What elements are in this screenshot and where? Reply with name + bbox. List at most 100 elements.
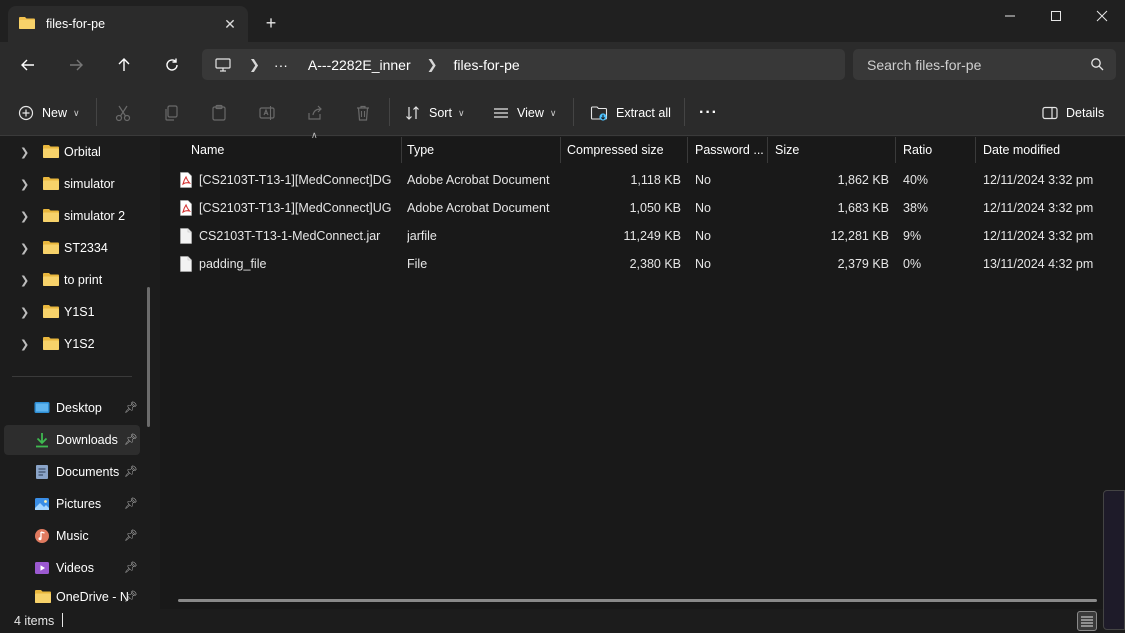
folder-icon	[42, 176, 60, 194]
sidebar-tree-item[interactable]: ❯ simulator 2	[0, 201, 150, 231]
sort-ascending-icon: ∧	[311, 130, 318, 140]
column-header-date-modified[interactable]: Date modified	[976, 137, 1125, 163]
paste-button[interactable]	[208, 102, 230, 124]
up-button[interactable]	[110, 51, 138, 79]
sidebar-scrollbar[interactable]	[147, 287, 150, 427]
search-icon[interactable]	[1090, 57, 1104, 74]
file-icon	[180, 256, 192, 272]
cell-password: No	[695, 173, 711, 187]
pin-icon[interactable]: 📌︎	[124, 465, 138, 478]
chevron-right-icon[interactable]: ❯	[20, 242, 29, 255]
rename-button[interactable]	[256, 102, 278, 124]
new-button[interactable]: New ∨	[18, 100, 80, 126]
column-header-size[interactable]: Size	[768, 137, 896, 163]
quick-access-downloads[interactable]: Downloads 📌︎	[4, 425, 140, 455]
cell-password: No	[695, 201, 711, 215]
sidebar-tree-label: Y1S1	[64, 305, 95, 319]
column-header-password[interactable]: Password ...	[688, 137, 768, 163]
sidebar-tree-item[interactable]: ❯ simulator	[0, 169, 150, 199]
new-label: New	[42, 106, 68, 120]
tab-files-for-pe[interactable]: files-for-pe ✕	[8, 6, 248, 42]
sidebar-tree-label: Orbital	[64, 145, 101, 159]
quick-access-onedrive[interactable]: OneDrive - N 📌︎	[4, 585, 140, 609]
new-tab-button[interactable]: +	[260, 12, 282, 34]
column-header-label: Compressed size	[567, 143, 664, 157]
maximize-button[interactable]	[1033, 0, 1079, 32]
cell-ratio: 0%	[903, 257, 922, 271]
quick-access-desktop[interactable]: Desktop 📌︎	[4, 393, 140, 423]
extract-all-button[interactable]: Extract all	[590, 100, 671, 126]
music-icon	[34, 528, 50, 544]
refresh-button[interactable]	[158, 51, 186, 79]
chevron-right-icon[interactable]: ❯	[20, 274, 29, 287]
quick-access-label: Documents	[56, 465, 120, 479]
delete-button[interactable]	[352, 102, 374, 124]
table-row[interactable]: [CS2103T-T13-1][MedConnect]UG Adobe Acro…	[160, 194, 1125, 222]
pin-icon[interactable]: 📌︎	[124, 590, 138, 603]
sidebar-tree-label: to print	[64, 273, 103, 287]
chevron-right-icon[interactable]: ❯	[20, 306, 29, 319]
quick-access-pictures[interactable]: Pictures 📌︎	[4, 489, 140, 519]
search-input[interactable]: Search files-for-pe	[853, 49, 1116, 80]
close-window-button[interactable]	[1079, 0, 1125, 32]
pin-icon[interactable]: 📌︎	[124, 561, 138, 574]
column-header-type[interactable]: Type	[400, 137, 561, 163]
sidebar-tree-label: ST2334	[64, 241, 108, 255]
quick-access-label: Music	[56, 529, 89, 543]
quick-access-documents[interactable]: Documents 📌︎	[4, 457, 140, 487]
quick-access-videos[interactable]: Videos 📌︎	[4, 553, 140, 583]
sidebar-tree-item[interactable]: ❯ ST2334	[0, 233, 150, 263]
breadcrumb-more[interactable]: ···	[274, 57, 288, 73]
sidebar-tree-item[interactable]: ❯ to print	[0, 265, 150, 295]
forward-button[interactable]	[62, 51, 90, 79]
column-header-compressed-size[interactable]: Compressed size	[560, 137, 688, 163]
quick-access-label: Pictures	[56, 497, 102, 511]
table-row[interactable]: [CS2103T-T13-1][MedConnect]DG Adobe Acro…	[160, 166, 1125, 194]
pin-icon[interactable]: 📌︎	[124, 401, 138, 414]
chevron-right-icon[interactable]: ❯	[20, 210, 29, 223]
chevron-right-icon[interactable]: ❯	[249, 57, 260, 73]
sort-button[interactable]: Sort ∨	[405, 100, 465, 126]
chevron-right-icon[interactable]: ❯	[20, 178, 29, 191]
share-icon	[308, 105, 322, 120]
close-icon	[1096, 10, 1108, 22]
cell-compressed-size: 2,380 KB	[629, 257, 681, 271]
sort-icon	[406, 106, 419, 120]
folder-icon	[42, 304, 60, 322]
horizontal-scrollbar[interactable]	[178, 599, 1097, 602]
rename-icon	[259, 106, 275, 120]
see-more-button[interactable]: ···	[699, 100, 718, 126]
details-button[interactable]: Details	[1042, 100, 1104, 126]
quick-access-label: OneDrive - N	[56, 590, 129, 604]
column-header-ratio[interactable]: Ratio	[896, 137, 976, 163]
chevron-right-icon[interactable]: ❯	[20, 338, 29, 351]
view-button[interactable]: View ∨	[493, 100, 556, 126]
close-tab-icon[interactable]: ✕	[222, 16, 238, 32]
sidebar-tree-item[interactable]: ❯ Orbital	[0, 137, 150, 167]
pin-icon[interactable]: 📌︎	[124, 433, 138, 446]
cut-button[interactable]	[112, 102, 134, 124]
chevron-right-icon[interactable]: ❯	[427, 57, 438, 73]
share-button[interactable]	[304, 102, 326, 124]
cell-ratio: 38%	[903, 201, 929, 215]
column-header-name[interactable]: ∧ Name	[184, 130, 402, 163]
column-header-label: Ratio	[903, 143, 933, 157]
table-row[interactable]: CS2103T-T13-1-MedConnect.jar jarfile 11,…	[160, 222, 1125, 250]
breadcrumb-item-current[interactable]: files-for-pe	[454, 57, 520, 73]
quick-access-music[interactable]: Music 📌︎	[4, 521, 140, 551]
pin-icon[interactable]: 📌︎	[124, 497, 138, 510]
chevron-right-icon[interactable]: ❯	[20, 146, 29, 159]
pin-icon[interactable]: 📌︎	[124, 529, 138, 542]
this-pc-icon[interactable]	[215, 57, 231, 72]
sidebar-tree-item[interactable]: ❯ Y1S1	[0, 297, 150, 327]
minimize-button[interactable]	[987, 0, 1033, 32]
back-button[interactable]	[14, 51, 42, 79]
table-row[interactable]: padding_file File 2,380 KB No 2,379 KB 0…	[160, 250, 1125, 278]
details-view-button[interactable]	[1077, 611, 1097, 631]
clipboard-icon	[212, 104, 226, 121]
sidebar-tree-label: simulator 2	[64, 209, 126, 223]
breadcrumb-item[interactable]: A---2282E_inner	[308, 57, 411, 73]
copy-button[interactable]	[160, 102, 182, 124]
sidebar-tree-item[interactable]: ❯ Y1S2	[0, 329, 150, 359]
address-bar[interactable]: ❯ ··· A---2282E_inner ❯ files-for-pe	[202, 49, 845, 80]
